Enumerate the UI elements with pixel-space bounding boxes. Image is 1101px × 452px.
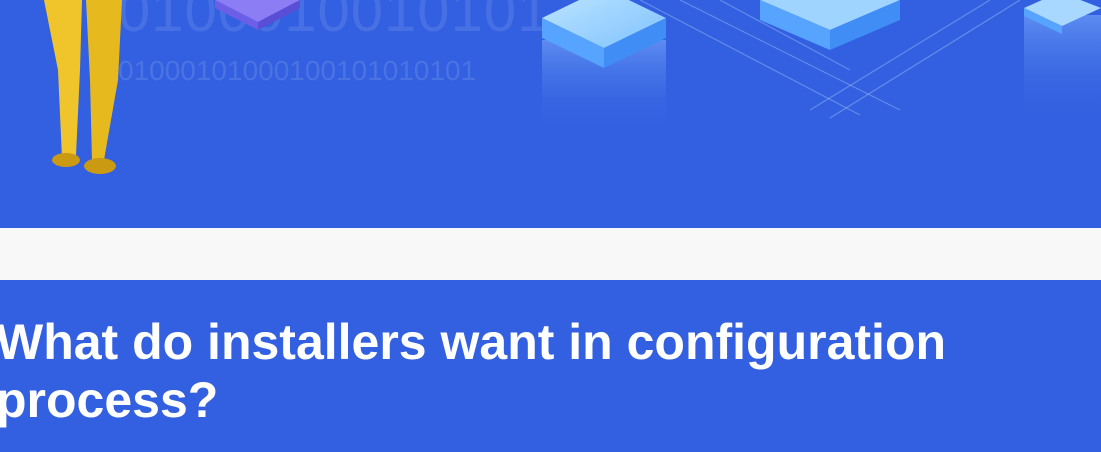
server-cube-icon (542, 0, 666, 135)
person-figure-icon (44, 0, 122, 174)
hero-banner: 0100010010101 01000101000100101010101 (0, 0, 1101, 228)
headline: What do installers want in configuration… (0, 314, 947, 428)
large-cube-icon (760, 0, 900, 50)
purple-block-icon (215, 0, 300, 30)
section-divider (0, 228, 1101, 280)
hero-illustration (44, 0, 1101, 174)
edge-column-icon (1024, 0, 1101, 125)
